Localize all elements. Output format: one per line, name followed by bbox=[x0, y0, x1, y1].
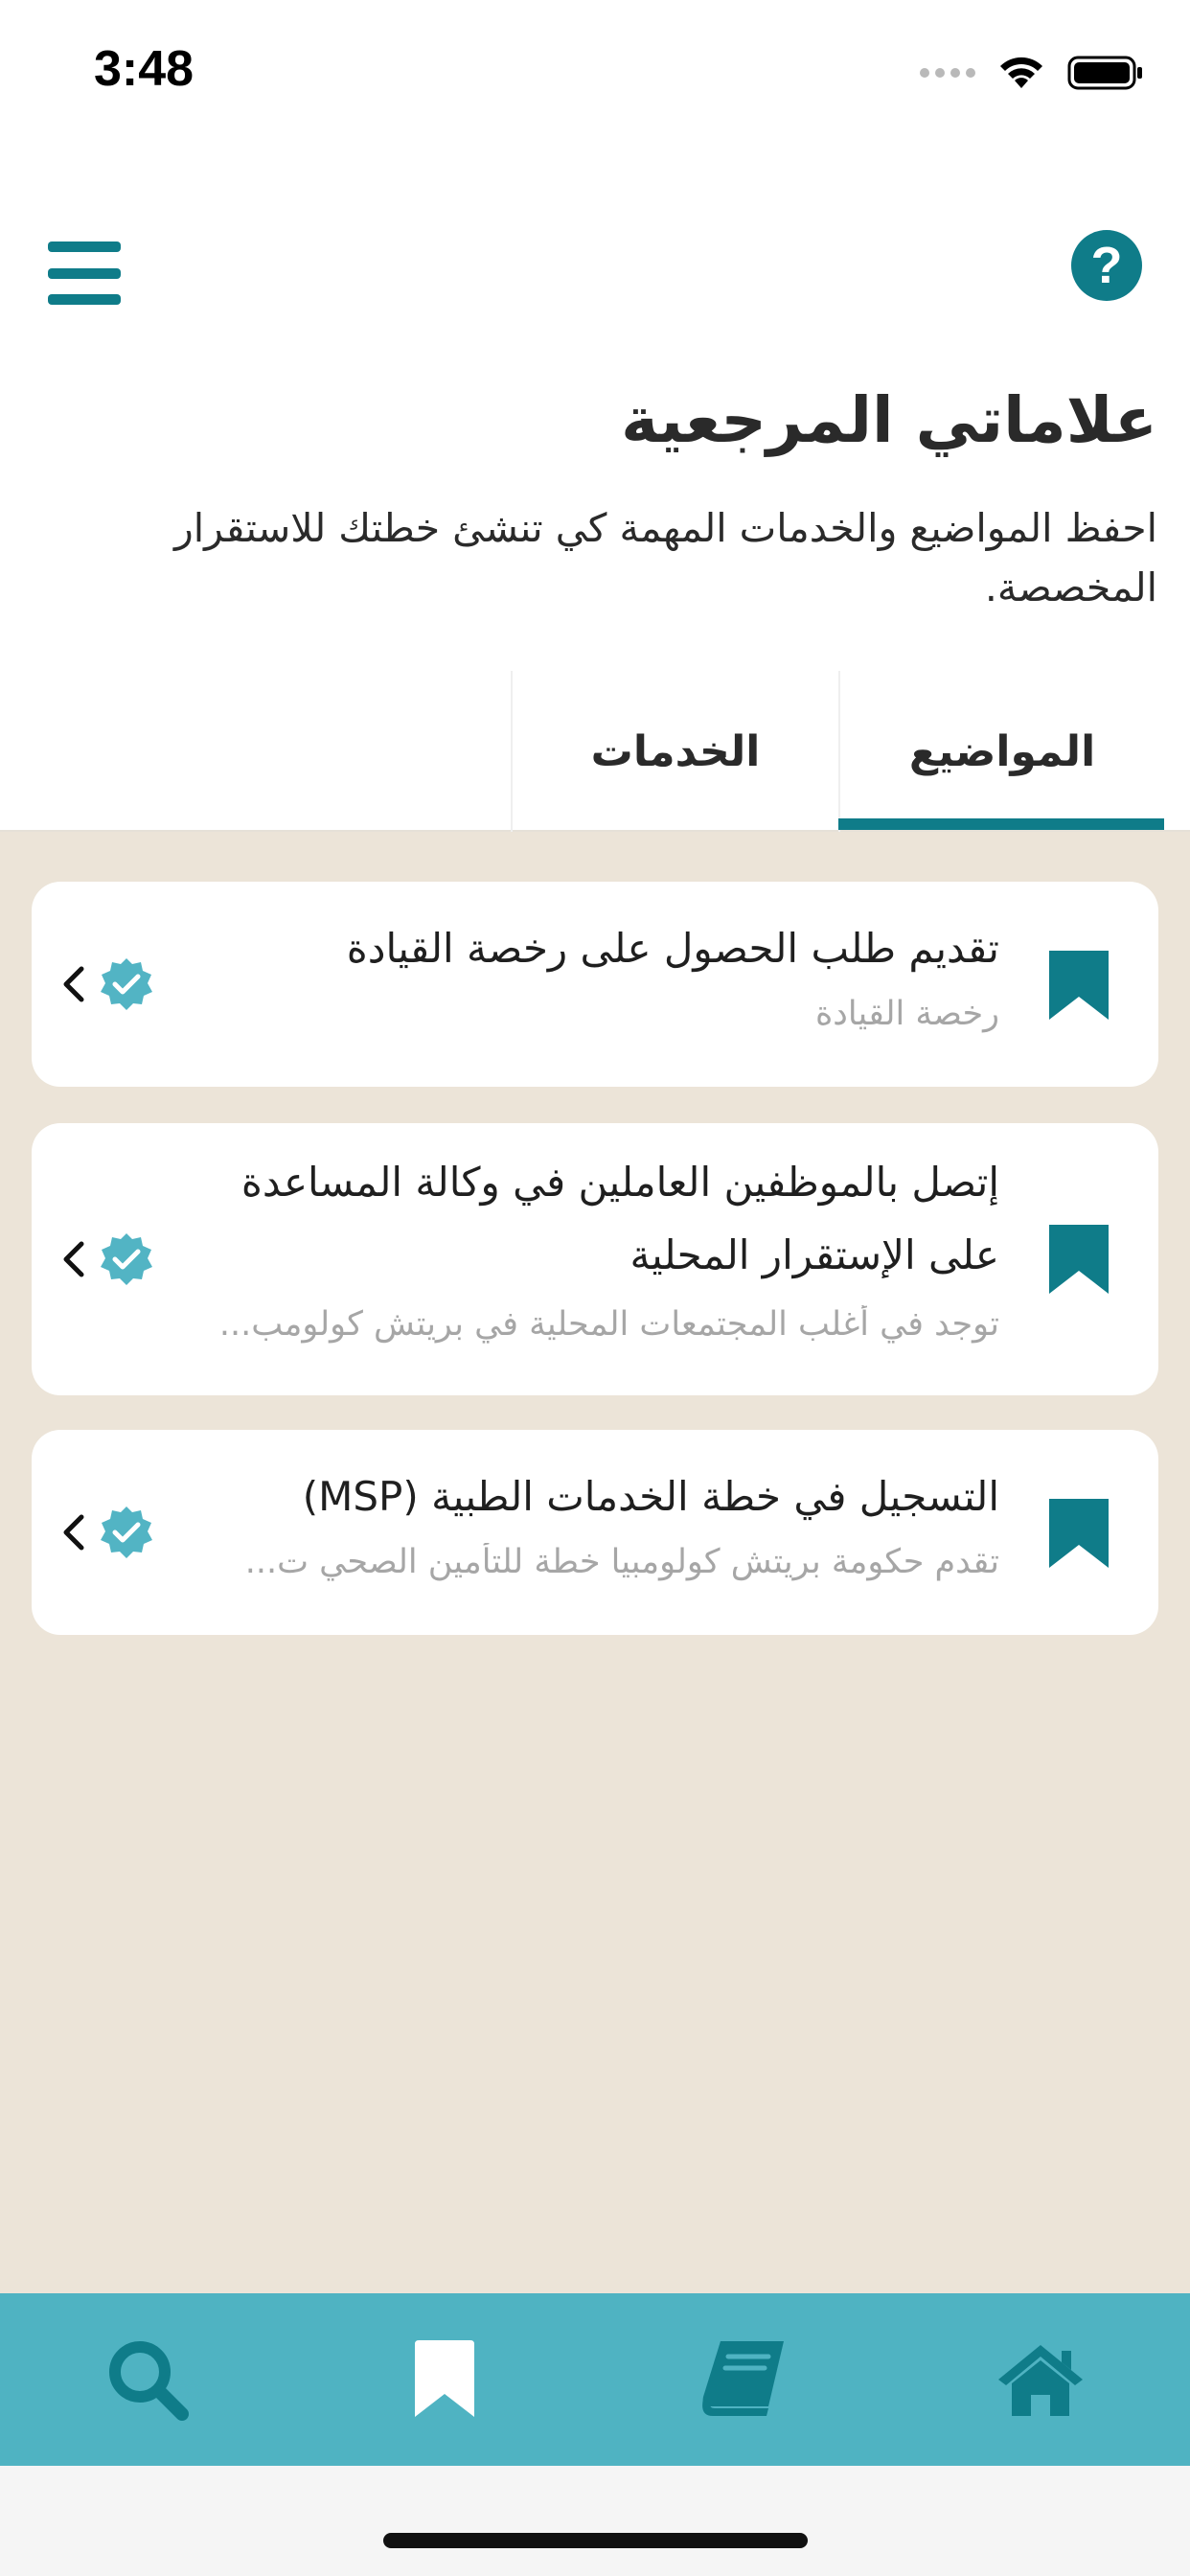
tab-selected-indicator bbox=[838, 818, 1164, 830]
bookmark-icon[interactable] bbox=[1049, 1499, 1109, 1568]
bookmark-icon bbox=[415, 2340, 474, 2417]
home-indicator[interactable] bbox=[383, 2533, 808, 2548]
tab-topics[interactable]: المواضيع bbox=[838, 671, 1164, 832]
hamburger-icon bbox=[48, 242, 121, 252]
verified-badge-icon bbox=[101, 1233, 152, 1285]
bookmark-card[interactable]: إتصل بالموظفين العاملين في وكالة المساعد… bbox=[32, 1123, 1158, 1395]
card-title: إتصل بالموظفين العاملين في وكالة المساعد… bbox=[240, 1159, 999, 1278]
wifi-icon bbox=[1000, 57, 1042, 88]
nav-library[interactable] bbox=[696, 2332, 791, 2427]
bookmark-card[interactable]: التسجيل في خطة الخدمات الطبية (MSP) تقدم… bbox=[32, 1430, 1158, 1635]
status-icons bbox=[920, 54, 1144, 92]
book-icon bbox=[702, 2341, 784, 2416]
chevron-left-icon bbox=[63, 1241, 84, 1277]
search-icon bbox=[109, 2341, 189, 2421]
card-subtitle: توجد في أغلب المجتمعات المحلية في بريتش … bbox=[218, 1305, 999, 1344]
card-subtitle: تقدم حكومة بريتش كولومبيا خطة للتأمين ال… bbox=[244, 1543, 999, 1581]
signal-icon bbox=[920, 68, 975, 78]
bookmarks-list: تقديم طلب الحصول على رخصة القيادة رخصة ا… bbox=[0, 832, 1190, 2293]
bookmark-icon[interactable] bbox=[1049, 951, 1109, 1020]
status-time: 3:48 bbox=[94, 41, 195, 97]
nav-search[interactable] bbox=[100, 2332, 195, 2427]
chevron-left-icon bbox=[63, 966, 84, 1002]
home-icon bbox=[998, 2345, 1083, 2416]
page-title: علاماتي المرجعية bbox=[621, 383, 1157, 457]
bookmark-icon[interactable] bbox=[1049, 1225, 1109, 1294]
top-header: ? bbox=[0, 230, 1190, 316]
bookmark-card[interactable]: تقديم طلب الحصول على رخصة القيادة رخصة ا… bbox=[32, 882, 1158, 1087]
verified-badge-icon bbox=[101, 1506, 152, 1558]
menu-button[interactable] bbox=[48, 242, 121, 305]
nav-home[interactable] bbox=[993, 2332, 1088, 2427]
page-subtitle: احفظ المواضيع والخدمات المهمة كي تنشئ خط… bbox=[173, 505, 1157, 610]
bottom-nav bbox=[0, 2293, 1190, 2466]
nav-bookmarks[interactable] bbox=[397, 2332, 492, 2427]
chevron-left-icon bbox=[63, 1514, 84, 1551]
tab-bar: المواضيع الخدمات bbox=[0, 671, 1190, 832]
battery-icon bbox=[1067, 56, 1142, 90]
home-indicator-area bbox=[0, 2466, 1190, 2576]
tab-services[interactable]: الخدمات bbox=[511, 671, 838, 832]
verified-badge-icon bbox=[101, 958, 152, 1010]
status-bar: 3:48 bbox=[0, 0, 1190, 144]
card-subtitle: رخصة القيادة bbox=[814, 995, 999, 1033]
card-title: تقديم طلب الحصول على رخصة القيادة bbox=[346, 925, 999, 972]
card-title: التسجيل في خطة الخدمات الطبية (MSP) bbox=[302, 1473, 999, 1520]
help-button[interactable]: ? bbox=[1071, 230, 1142, 301]
